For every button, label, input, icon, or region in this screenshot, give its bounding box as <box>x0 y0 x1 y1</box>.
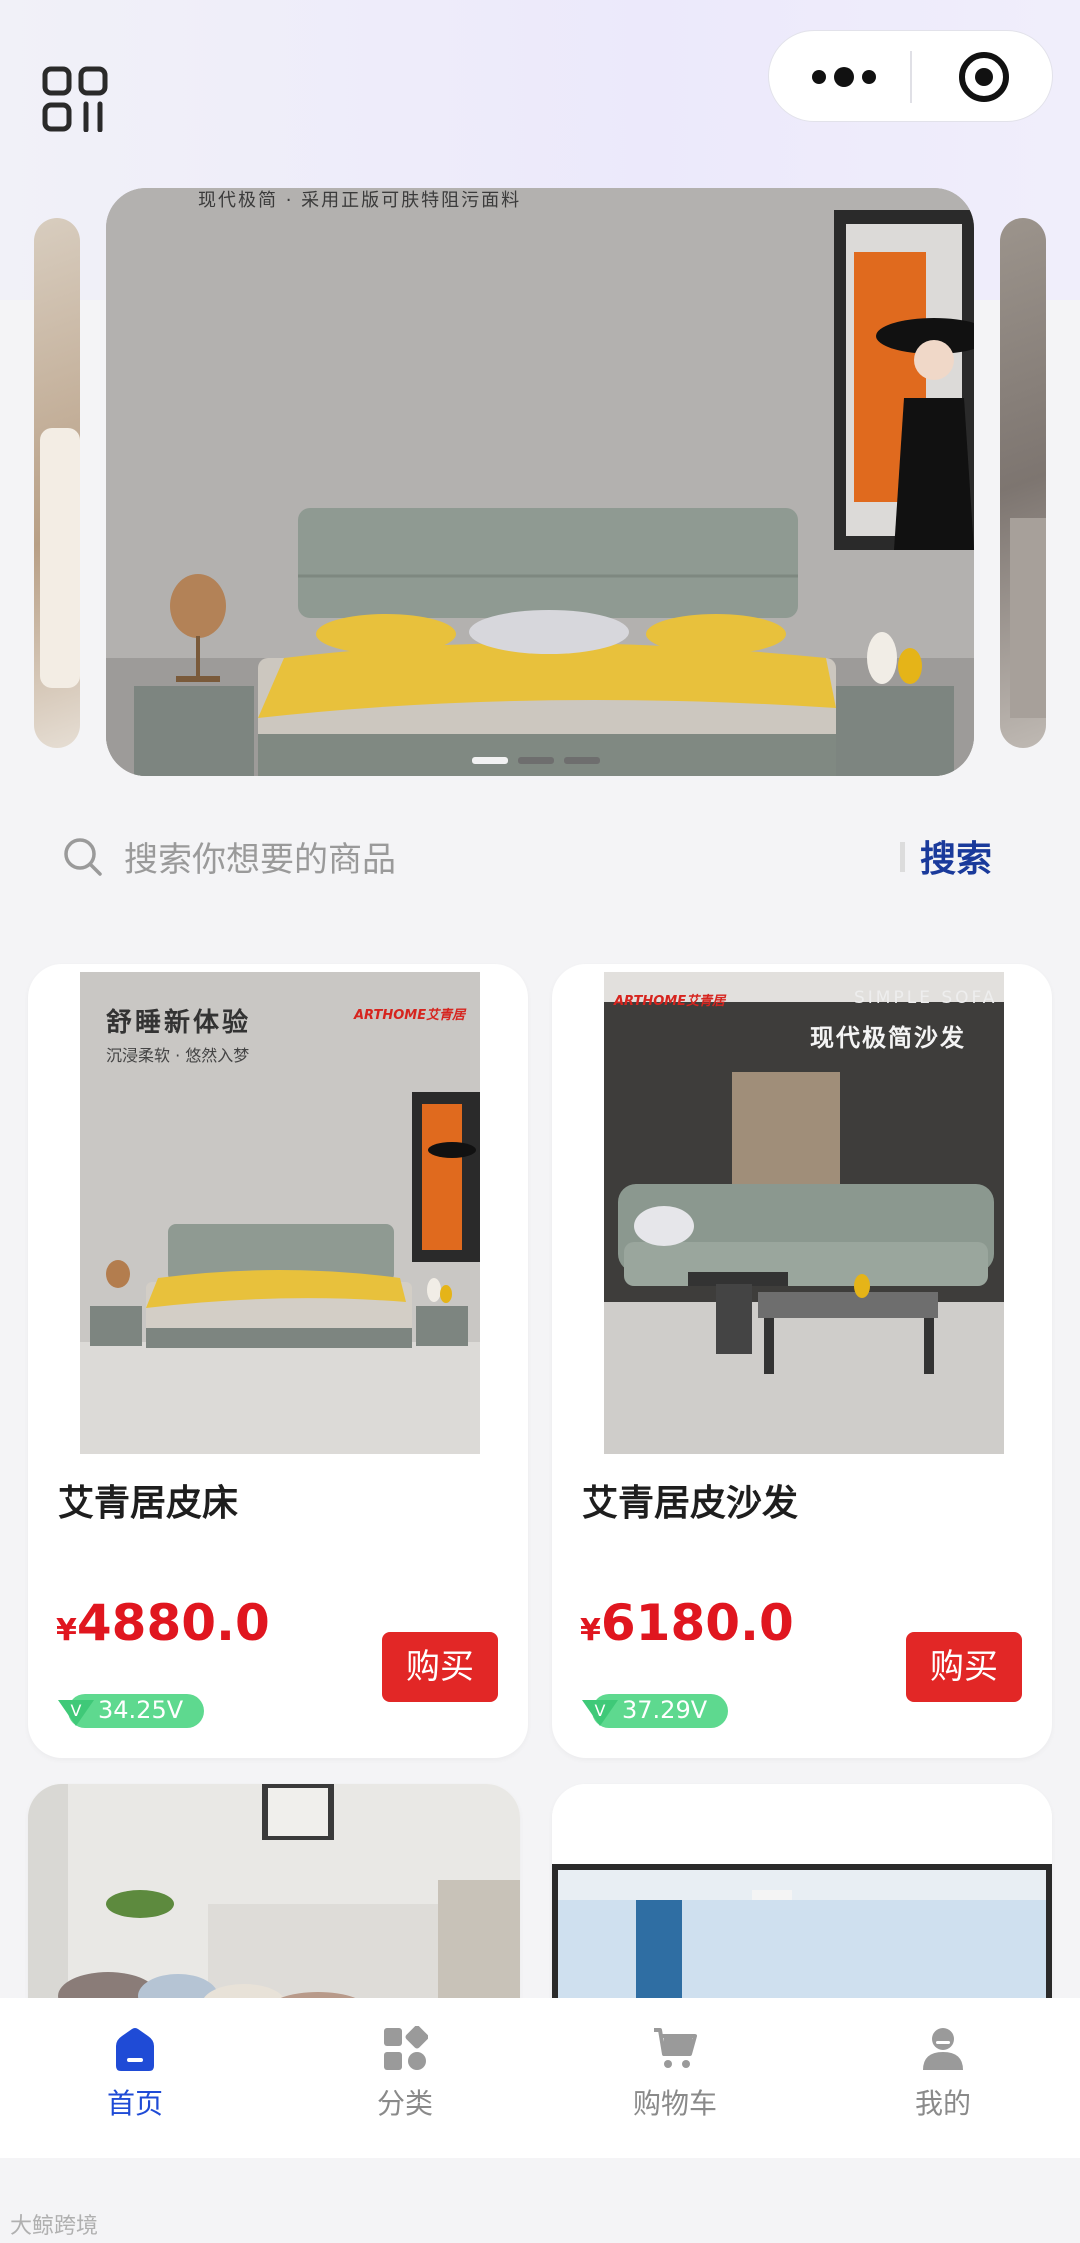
product-price: ¥6180.0 <box>580 1594 794 1652</box>
mini-program-capsule <box>768 30 1053 122</box>
search-button[interactable]: 搜索 <box>920 830 992 882</box>
search-input[interactable]: 搜索你想要的商品 <box>124 832 396 881</box>
grid-menu-icon[interactable] <box>42 66 108 132</box>
product-image[interactable]: 舒睡新体验 沉浸柔软 · 悠然入梦 ARTHOME艾青居 <box>80 972 480 1454</box>
currency-symbol: ¥ <box>580 1613 601 1648</box>
banner-prev-slide[interactable] <box>34 218 80 748</box>
banner-indicator <box>564 757 600 764</box>
v-points-badge: V 34.25V <box>56 1692 204 1730</box>
product-price: ¥4880.0 <box>56 1594 270 1652</box>
search-divider <box>900 842 905 872</box>
banner-carousel[interactable]: 现代极简 · 采用正版可肤特阻污面料 <box>34 188 1046 776</box>
v-points-badge: V 37.29V <box>580 1692 728 1730</box>
product-image-subline: SIMPLE SOFA <box>854 988 998 1008</box>
tab-cart[interactable]: 购物车 <box>600 2026 750 2136</box>
product-brand-logo: ARTHOME艾青居 <box>614 994 726 1009</box>
tab-label: 购物车 <box>632 2087 717 2120</box>
user-icon <box>923 2028 963 2070</box>
banner-next-slide[interactable] <box>1000 218 1046 748</box>
price-value: 4880.0 <box>76 1594 270 1652</box>
v-points-value: 37.29V <box>622 1696 708 1724</box>
banner-indicator <box>518 757 554 764</box>
watermark: 大鲸跨境 <box>10 2214 99 2239</box>
tab-label: 分类 <box>376 2087 433 2120</box>
currency-symbol: ¥ <box>56 1613 77 1648</box>
product-brand-logo: ARTHOME艾青居 <box>354 1008 466 1023</box>
home-icon <box>116 2028 154 2071</box>
product-image-headline: 舒睡新体验 <box>106 1008 252 1038</box>
tab-category[interactable]: 分类 <box>330 2026 480 2136</box>
tab-label: 我的 <box>914 2087 971 2120</box>
banner-indicator-active <box>472 757 508 764</box>
buy-button[interactable]: 购买 <box>906 1632 1022 1702</box>
v-diamond-icon: V <box>58 1700 94 1726</box>
svg-text:V: V <box>595 1701 606 1720</box>
tab-label: 首页 <box>106 2087 163 2120</box>
tab-home[interactable]: 首页 <box>60 2026 210 2136</box>
tab-me[interactable]: 我的 <box>868 2026 1018 2136</box>
product-card[interactable]: SIMPLE SOFA 现代极简沙发 ARTHOME艾青居 艾青居皮沙发 ¥61… <box>552 964 1052 1758</box>
product-image-headline: 现代极简沙发 <box>810 1024 966 1052</box>
price-value: 6180.0 <box>600 1594 794 1652</box>
buy-button[interactable]: 购买 <box>382 1632 498 1702</box>
v-diamond-icon: V <box>582 1700 618 1726</box>
search-icon <box>64 838 102 876</box>
bedroom-illustration <box>106 188 974 776</box>
banner-image[interactable]: 现代极简 · 采用正版可肤特阻污面料 <box>106 188 974 776</box>
capsule-divider <box>910 51 912 103</box>
svg-text:V: V <box>71 1701 82 1720</box>
product-title[interactable]: 艾青居皮沙发 <box>582 1474 798 1526</box>
more-dots-icon[interactable] <box>809 63 879 91</box>
banner-caption: 现代极简 · 采用正版可肤特阻污面料 <box>198 190 522 211</box>
product-title[interactable]: 艾青居皮床 <box>58 1474 238 1526</box>
target-circle-icon[interactable] <box>957 50 1011 104</box>
bottom-tab-bar: 首页 分类 购物车 我的 <box>0 1998 1080 2158</box>
v-points-value: 34.25V <box>98 1696 184 1724</box>
product-image-subline: 沉浸柔软 · 悠然入梦 <box>106 1046 250 1065</box>
product-image[interactable]: SIMPLE SOFA 现代极简沙发 ARTHOME艾青居 <box>604 972 1004 1454</box>
category-icon <box>384 2026 428 2070</box>
search-bar[interactable]: 搜索你想要的商品 搜索 <box>34 808 1046 904</box>
product-card[interactable]: 舒睡新体验 沉浸柔软 · 悠然入梦 ARTHOME艾青居 艾青居皮床 ¥4880… <box>28 964 528 1758</box>
cart-icon <box>654 2028 697 2068</box>
